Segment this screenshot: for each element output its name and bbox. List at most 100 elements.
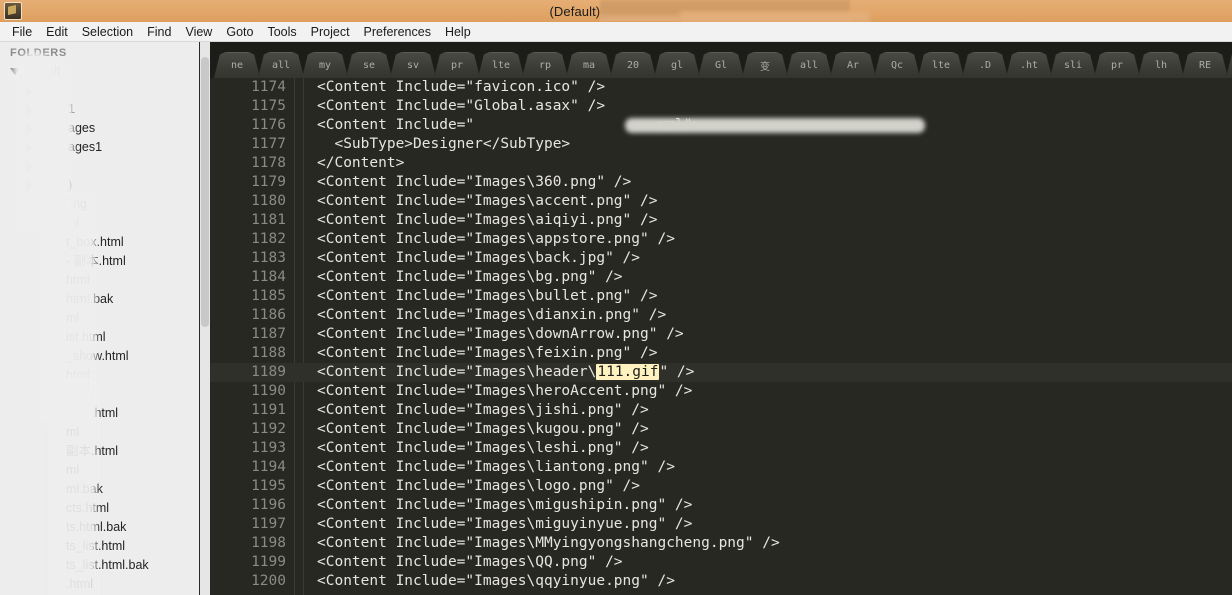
menu-item-goto[interactable]: Goto <box>220 23 261 41</box>
folder-row[interactable]: ) <box>0 176 199 195</box>
file-row[interactable]: 副本.html <box>0 404 199 423</box>
folder-row[interactable]: 1 <box>0 100 199 119</box>
code-line[interactable]: 1190 <Content Include="Images\heroAccent.… <box>210 382 1232 401</box>
search-match-highlight[interactable]: 111.gif <box>596 364 660 380</box>
code-line[interactable]: 1185 <Content Include="Images\bullet.png"… <box>210 287 1232 306</box>
file-row[interactable]: .html <box>0 575 199 594</box>
editor-tab[interactable]: 20 <box>610 52 656 78</box>
file-row[interactable]: ts_list.html <box>0 537 199 556</box>
code-line[interactable]: 1191 <Content Include="Images\jishi.png" … <box>210 401 1232 420</box>
folder-row[interactable] <box>0 81 199 100</box>
file-row[interactable]: html.bak <box>0 290 199 309</box>
menu-item-selection[interactable]: Selection <box>76 23 141 41</box>
folder-row[interactable]: ages1 <box>0 138 199 157</box>
sidebar-scrollbar-thumb[interactable] <box>201 57 209 327</box>
code-line[interactable]: 1180 <Content Include="Images\accent.png"… <box>210 192 1232 211</box>
file-row[interactable]: ml <box>0 423 199 442</box>
editor-tab[interactable]: ne <box>214 52 260 78</box>
folder-row[interactable]: ult <box>0 62 199 81</box>
folder-row[interactable]: ages <box>0 119 199 138</box>
chevron-right-icon[interactable] <box>26 85 33 96</box>
file-row[interactable]: ts_list.html.bak <box>0 556 199 575</box>
editor-tab[interactable]: Qc <box>874 52 920 78</box>
code-line[interactable]: 1193 <Content Include="Images\leshi.png" … <box>210 439 1232 458</box>
code-line[interactable]: 1195 <Content Include="Images\logo.png" /… <box>210 477 1232 496</box>
line-number: 1184 <box>251 269 286 285</box>
code-line[interactable]: 1181 <Content Include="Images\aiqiyi.png"… <box>210 211 1232 230</box>
chevron-right-icon[interactable] <box>26 123 33 134</box>
editor-tab[interactable]: pr <box>1094 52 1140 78</box>
code-line[interactable]: 1176 <Content Include=" xml"> <box>210 116 1232 135</box>
file-row[interactable]: _show.html <box>0 347 199 366</box>
editor-tab[interactable]: my <box>302 52 348 78</box>
sidebar-scrollbar[interactable] <box>200 42 210 595</box>
code-line[interactable]: 1200 <Content Include="Images\qqyinyue.pn… <box>210 572 1232 591</box>
menu-item-edit[interactable]: Edit <box>40 23 76 41</box>
code-line[interactable]: 1194 <Content Include="Images\liantong.pn… <box>210 458 1232 477</box>
file-row[interactable]: - 副本.html <box>0 252 199 271</box>
menu-item-tools[interactable]: Tools <box>261 23 304 41</box>
file-row[interactable]: ml <box>0 309 199 328</box>
editor-tab[interactable]: Gl <box>698 52 744 78</box>
file-row[interactable]: ml <box>0 214 199 233</box>
file-row[interactable]: ml <box>0 461 199 480</box>
code-line[interactable]: 1196 <Content Include="Images\migushipin.… <box>210 496 1232 515</box>
editor-tab[interactable]: rp <box>522 52 568 78</box>
editor-tab[interactable]: sli <box>1050 52 1096 78</box>
editor-tab[interactable]: lte <box>478 52 524 78</box>
code-line[interactable]: 1184 <Content Include="Images\bg.png" /> <box>210 268 1232 287</box>
code-line[interactable]: 1199 <Content Include="Images\QQ.png" /> <box>210 553 1232 572</box>
menu-item-view[interactable]: View <box>179 23 220 41</box>
file-row[interactable]: t_box.html <box>0 233 199 252</box>
file-row[interactable]: html <box>0 271 199 290</box>
editor-tab[interactable]: se <box>346 52 392 78</box>
code-line[interactable]: 1175 <Content Include="Global.asax" /> <box>210 97 1232 116</box>
chevron-right-icon[interactable] <box>26 142 33 153</box>
file-row[interactable]: html <box>0 366 199 385</box>
file-row[interactable]: cts.html <box>0 499 199 518</box>
editor-tab[interactable]: lh <box>1138 52 1184 78</box>
folder-row[interactable] <box>0 157 199 176</box>
code-line[interactable]: 1182 <Content Include="Images\appstore.pn… <box>210 230 1232 249</box>
editor-tab[interactable]: sv <box>390 52 436 78</box>
file-row[interactable]: .html <box>0 385 199 404</box>
code-line[interactable]: 1197 <Content Include="Images\miguyinyue.… <box>210 515 1232 534</box>
menu-item-help[interactable]: Help <box>439 23 479 41</box>
file-row[interactable]: 副本.html <box>0 442 199 461</box>
editor-tab[interactable]: all <box>786 52 832 78</box>
code-line[interactable]: 1177 <SubType>Designer</SubType> <box>210 135 1232 154</box>
code-line[interactable]: 1187 <Content Include="Images\downArrow.p… <box>210 325 1232 344</box>
chevron-right-icon[interactable] <box>26 104 33 115</box>
chevron-right-icon[interactable] <box>26 161 33 172</box>
code-line[interactable]: 1186 <Content Include="Images\dianxin.png… <box>210 306 1232 325</box>
menu-item-project[interactable]: Project <box>305 23 358 41</box>
editor-tab[interactable]: gl <box>654 52 700 78</box>
editor-tab[interactable]: lte <box>918 52 964 78</box>
editor-tab[interactable]: pr <box>434 52 480 78</box>
editor-tab[interactable]: .ht <box>1006 52 1052 78</box>
code-line[interactable]: 1198 <Content Include="Images\MMyingyongs… <box>210 534 1232 553</box>
code-line[interactable]: 1178 </Content> <box>210 154 1232 173</box>
code-line[interactable]: 1192 <Content Include="Images\kugou.png" … <box>210 420 1232 439</box>
code-line[interactable]: 1189 <Content Include="Images\header\111.… <box>210 363 1232 382</box>
code-line[interactable]: 1188 <Content Include="Images\feixin.png"… <box>210 344 1232 363</box>
menu-item-find[interactable]: Find <box>141 23 179 41</box>
editor-tab[interactable]: all <box>258 52 304 78</box>
menu-item-file[interactable]: File <box>6 23 40 41</box>
file-row[interactable]: png <box>0 195 199 214</box>
file-row[interactable]: ml.bak <box>0 480 199 499</box>
code-editor[interactable]: 1174 <Content Include="favicon.ico" /> 117… <box>210 78 1232 595</box>
chevron-right-icon[interactable] <box>26 180 33 191</box>
code-line[interactable]: 1179 <Content Include="Images\360.png" /> <box>210 173 1232 192</box>
editor-tab[interactable]: 变 <box>742 52 788 78</box>
menu-item-preferences[interactable]: Preferences <box>358 23 439 41</box>
chevron-down-icon[interactable] <box>10 68 20 75</box>
code-line[interactable]: 1174 <Content Include="favicon.ico" /> <box>210 78 1232 97</box>
editor-tab[interactable]: .D <box>962 52 1008 78</box>
editor-tab[interactable]: RE <box>1182 52 1228 78</box>
file-row[interactable]: ist.html <box>0 328 199 347</box>
editor-tab[interactable]: ma <box>566 52 612 78</box>
editor-tab[interactable]: Ar <box>830 52 876 78</box>
code-line[interactable]: 1183 <Content Include="Images\back.jpg" /… <box>210 249 1232 268</box>
file-row[interactable]: ts.html.bak <box>0 518 199 537</box>
